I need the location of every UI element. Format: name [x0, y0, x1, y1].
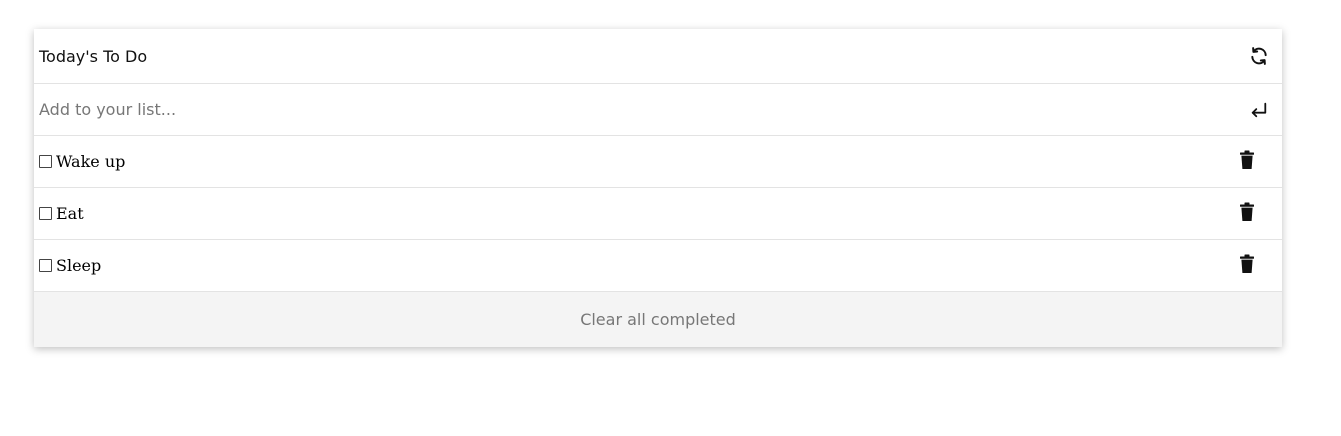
item-label: Eat: [56, 204, 84, 223]
list-item: Wake up: [34, 136, 1282, 188]
todo-card: Today's To Do Wake up: [34, 29, 1282, 347]
todo-header: Today's To Do: [34, 29, 1282, 84]
trash-icon[interactable]: [1240, 254, 1254, 274]
enter-return-icon[interactable]: [1248, 99, 1270, 121]
todo-footer: Clear all completed: [34, 292, 1282, 347]
clear-completed-button[interactable]: Clear all completed: [580, 310, 736, 329]
refresh-icon[interactable]: [1248, 45, 1270, 67]
page-title: Today's To Do: [39, 46, 148, 66]
item-checkbox[interactable]: [39, 259, 52, 272]
item-label: Wake up: [56, 152, 126, 171]
add-item-row: [34, 84, 1282, 136]
list-item: Sleep: [34, 240, 1282, 292]
list-item: Eat: [34, 188, 1282, 240]
item-checkbox[interactable]: [39, 207, 52, 220]
add-item-input[interactable]: [39, 100, 1139, 119]
item-checkbox[interactable]: [39, 155, 52, 168]
trash-icon[interactable]: [1240, 202, 1254, 222]
trash-icon[interactable]: [1240, 150, 1254, 170]
item-label: Sleep: [56, 256, 102, 275]
